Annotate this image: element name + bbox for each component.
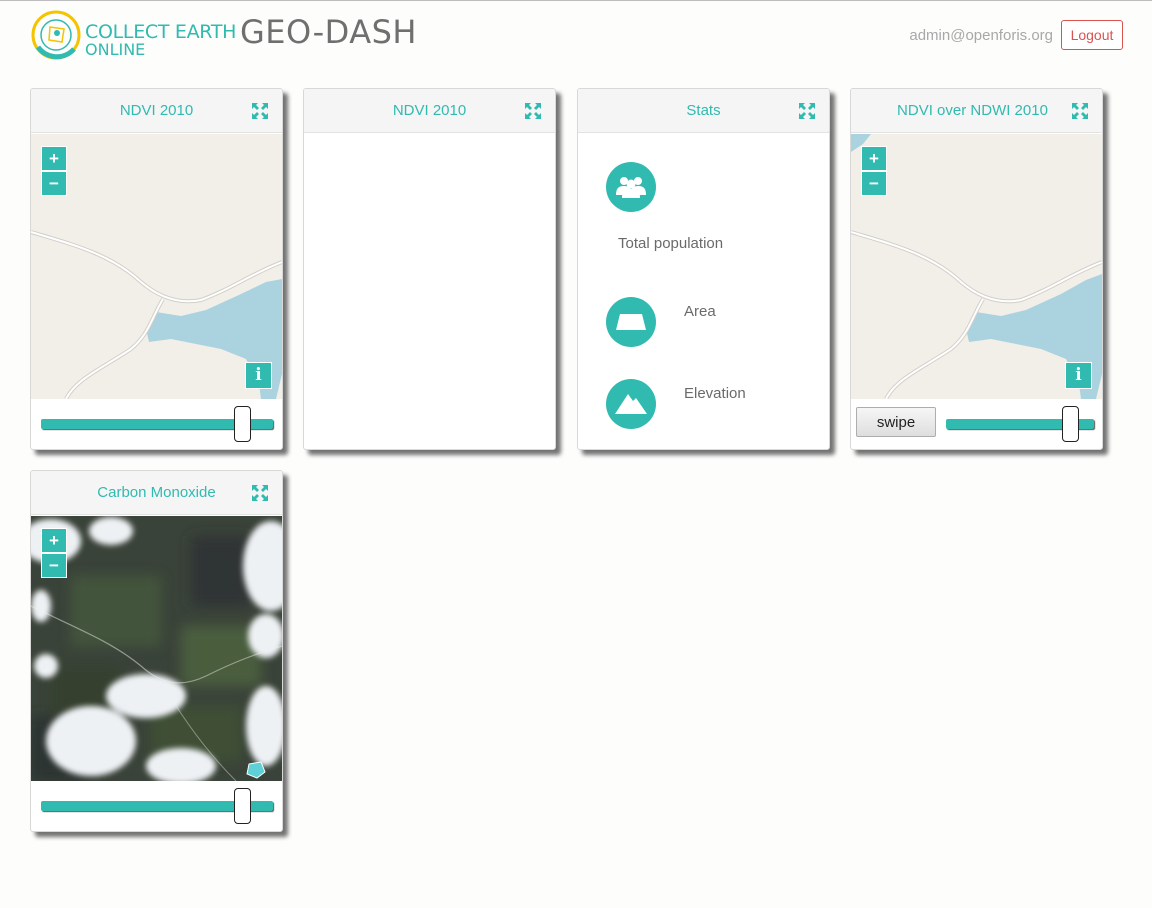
widget-body-empty [304,134,555,399]
widget-title: Stats [686,102,721,119]
widget-stats: Stats Total population Area Elevation [577,88,830,450]
population-icon [606,162,656,212]
widget-header: NDVI over NDWI 2010 [851,89,1102,133]
app-header: COLLECT EARTH ONLINE GEO-DASH admin@open… [0,1,1152,71]
expand-icon[interactable] [252,485,268,501]
logout-button[interactable]: Logout [1061,20,1123,50]
expand-icon[interactable] [799,103,815,119]
map-view[interactable]: + − i [31,134,282,399]
expand-icon[interactable] [252,103,268,119]
user-email[interactable]: admin@openforis.org [909,27,1053,44]
elevation-icon [606,379,656,429]
zoom-in-button[interactable]: + [41,146,67,171]
stat-label-population: Total population [618,235,724,252]
swipe-slider[interactable] [946,406,1094,442]
slider-thumb[interactable] [234,788,251,824]
widget-title: Carbon Monoxide [97,484,216,501]
zoom-out-button[interactable]: − [861,171,887,196]
area-icon [606,297,656,347]
widget-carbon-monoxide: Carbon Monoxide + − [30,470,283,832]
zoom-out-button[interactable]: − [41,171,67,196]
info-button[interactable]: i [245,362,272,389]
satellite-imagery [31,516,282,781]
widget-header: Stats [578,89,829,133]
widget-title: NDVI over NDWI 2010 [897,102,1048,119]
map-view[interactable]: + − i [851,134,1102,399]
widget-header: NDVI 2010 [304,89,555,133]
globe-logo-icon [31,10,81,60]
slider-thumb[interactable] [234,406,251,442]
widget-ndvi-over-ndwi-2010: NDVI over NDWI 2010 + − i swipe [850,88,1103,450]
expand-icon[interactable] [1072,103,1088,119]
zoom-control: + − [861,146,887,196]
map-tiles [851,134,1102,399]
widget-ndvi-2010-map: NDVI 2010 + − i [30,88,283,450]
zoom-in-button[interactable]: + [41,528,67,553]
logo-text-online: ONLINE [85,40,146,59]
widget-title: NDVI 2010 [119,102,194,119]
widget-header: NDVI 2010 [31,89,282,133]
widget-ndvi-2010-chart: NDVI 2010 [303,88,556,450]
map-tiles [31,134,282,399]
slider-thumb[interactable] [1062,406,1079,442]
zoom-control: + − [41,528,67,578]
opacity-slider[interactable] [41,406,273,442]
swipe-button[interactable]: swipe [856,407,936,437]
opacity-slider[interactable] [41,788,273,824]
stat-label-area: Area [684,303,716,320]
zoom-out-button[interactable]: − [41,553,67,578]
collect-earth-logo[interactable]: COLLECT EARTH ONLINE [30,7,236,65]
expand-icon[interactable] [525,103,541,119]
widget-header: Carbon Monoxide [31,471,282,515]
info-button[interactable]: i [1065,362,1092,389]
zoom-in-button[interactable]: + [861,146,887,171]
widget-title: NDVI 2010 [392,102,467,119]
app-title: GEO-DASH [240,13,417,51]
zoom-control: + − [41,146,67,196]
stat-label-elevation: Elevation [684,385,746,402]
satellite-map-view[interactable]: + − [31,516,282,781]
